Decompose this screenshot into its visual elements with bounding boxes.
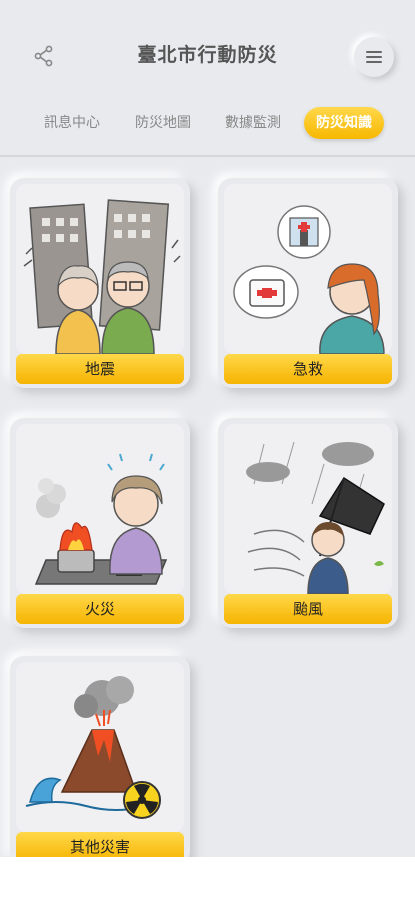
typhoon-label: 颱風 bbox=[224, 594, 392, 624]
first-aid-label: 急救 bbox=[224, 354, 392, 384]
earthquake-label: 地震 bbox=[16, 354, 184, 384]
menu-button[interactable] bbox=[354, 37, 394, 77]
hamburger-menu-icon bbox=[366, 51, 382, 63]
first-aid-illustration bbox=[224, 184, 392, 354]
fire-illustration bbox=[16, 424, 184, 594]
app-header: 臺北市行動防災 訊息中心 防災地圖 數據監測 防災知識 bbox=[0, 0, 415, 157]
earthquake-card[interactable]: 地震 bbox=[10, 178, 190, 388]
page-title: 臺北市行動防災 bbox=[137, 44, 278, 66]
tab-disaster-map[interactable]: 防災地圖 bbox=[127, 107, 199, 139]
tab-bar: 訊息中心 防災地圖 數據監測 防災知識 bbox=[0, 107, 415, 141]
tab-data-monitoring[interactable]: 數據監測 bbox=[217, 107, 289, 139]
other-disasters-illustration bbox=[16, 662, 184, 832]
tab-disaster-knowledge[interactable]: 防災知識 bbox=[304, 107, 384, 139]
bottom-area bbox=[0, 857, 415, 900]
fire-label: 火災 bbox=[16, 594, 184, 624]
other-disasters-card[interactable]: 其他災害 bbox=[10, 656, 190, 866]
typhoon-card[interactable]: 颱風 bbox=[218, 418, 398, 628]
typhoon-illustration bbox=[224, 424, 392, 594]
fire-card[interactable]: 火災 bbox=[10, 418, 190, 628]
earthquake-illustration bbox=[16, 184, 184, 354]
tab-message-center[interactable]: 訊息中心 bbox=[36, 107, 108, 139]
first-aid-card[interactable]: 急救 bbox=[218, 178, 398, 388]
